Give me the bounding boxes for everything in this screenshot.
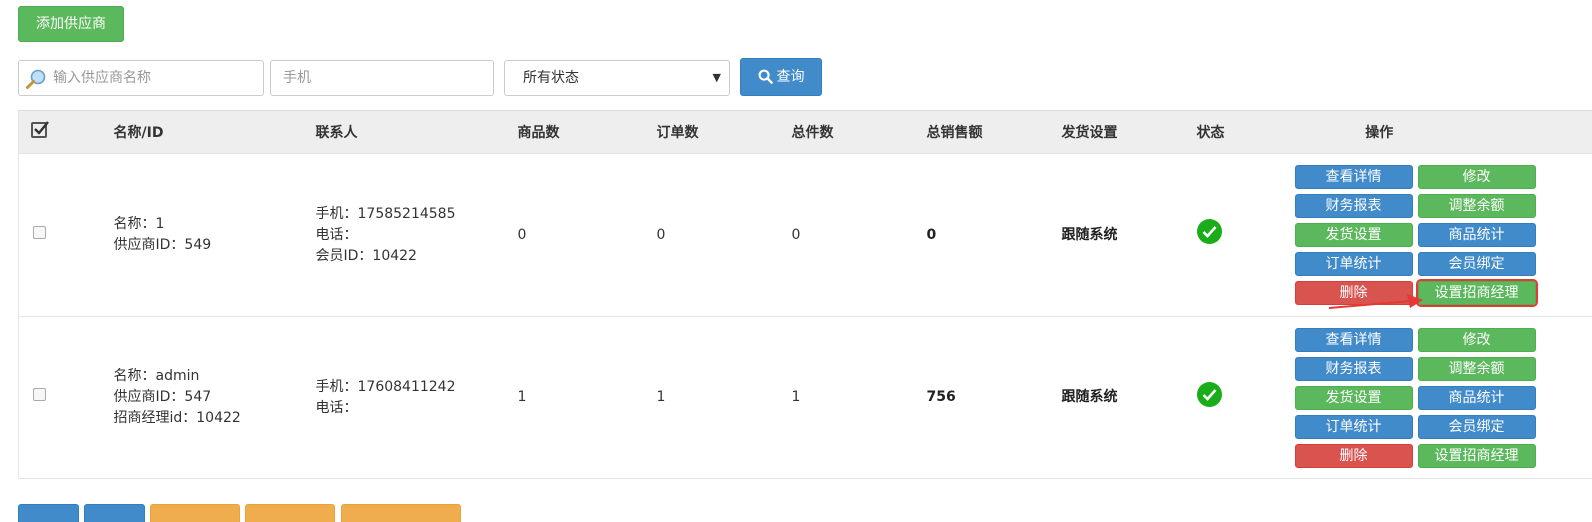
check-circle-icon	[1196, 219, 1222, 244]
goods-stats-button[interactable]: 商品统计	[1417, 223, 1536, 247]
set-manager-button[interactable]: 设置招商经理	[1417, 443, 1536, 468]
row-select-cell	[18, 153, 114, 317]
contact-tel: 电话：	[315, 399, 358, 416]
ship-settings-button[interactable]: 发货设置	[1294, 223, 1413, 247]
header-items: 总件数	[791, 110, 927, 154]
header-goods: 商品数	[517, 110, 657, 154]
edit-button[interactable]: 修改	[1417, 165, 1536, 189]
contact-cell: 手机：17608411242 电话：	[315, 316, 518, 479]
supplier-name-input[interactable]: 输入供应商名称	[18, 60, 264, 96]
search-icon	[758, 69, 773, 84]
order-stats-button[interactable]: 订单统计	[1294, 252, 1413, 276]
finance-report-button[interactable]: 财务报表	[1294, 356, 1413, 381]
pager-button[interactable]	[341, 504, 461, 522]
member-bind-button[interactable]: 会员绑定	[1417, 252, 1536, 276]
goods-count: 0	[517, 153, 657, 317]
supplier-name: 名称：1	[113, 216, 165, 232]
contact-cell: 手机：17585214585 电话： 会员ID：10422	[315, 153, 518, 317]
status-select[interactable]: 所有状态 ▼	[504, 60, 730, 96]
header-contact: 联系人	[315, 110, 518, 154]
supplier-id: 供应商ID：547	[113, 389, 212, 405]
goods-count: 1	[517, 316, 657, 479]
header-status: 状态	[1196, 110, 1287, 154]
supplier-name-placeholder: 输入供应商名称	[53, 70, 151, 86]
header-actions: 操作	[1286, 110, 1592, 154]
member-bind-button[interactable]: 会员绑定	[1417, 414, 1536, 439]
total-sales: 0	[926, 153, 1062, 317]
status-cell	[1196, 153, 1287, 317]
header-orders: 订单数	[656, 110, 792, 154]
status-select-value: 所有状态	[523, 70, 579, 86]
delete-button[interactable]: 删除	[1294, 443, 1413, 468]
contact-member-id: 会员ID：10422	[315, 247, 417, 264]
pager-button[interactable]	[84, 504, 145, 522]
contact-tel: 电话：	[315, 226, 358, 243]
phone-placeholder: 手机	[283, 70, 311, 86]
header-sales: 总销售额	[926, 110, 1062, 154]
total-sales: 756	[926, 316, 1062, 479]
supplier-id: 供应商ID：549	[113, 237, 212, 253]
goods-stats-button[interactable]: 商品统计	[1417, 385, 1536, 410]
ship-setting: 跟随系统	[1061, 153, 1197, 317]
edit-button[interactable]: 修改	[1417, 327, 1536, 352]
select-all-checkbox[interactable]	[31, 121, 49, 138]
phone-input[interactable]: 手机	[270, 60, 494, 96]
magnifier-icon	[26, 69, 46, 89]
status-cell	[1196, 316, 1287, 479]
item-count: 0	[791, 153, 927, 317]
contact-phone: 手机：17608411242	[315, 378, 456, 395]
name-id-cell: 名称：admin 供应商ID：547 招商经理id：10422	[113, 316, 316, 479]
select-all-cell	[18, 110, 114, 154]
manager-id: 招商经理id：10422	[113, 410, 241, 426]
actions-group: 查看详情 修改 财务报表 调整余额 发货设置 商品统计 订单统计 会员绑定 删除…	[1287, 327, 1592, 468]
header-name-id: 名称/ID	[113, 110, 316, 154]
row-select-cell	[18, 316, 114, 479]
name-id-cell: 名称：1 供应商ID：549	[113, 153, 316, 317]
header-ship: 发货设置	[1061, 110, 1197, 154]
pager-button[interactable]	[18, 504, 79, 522]
pager-button[interactable]	[245, 504, 335, 522]
view-details-button[interactable]: 查看详情	[1294, 165, 1413, 189]
set-manager-button[interactable]: 设置招商经理	[1415, 279, 1538, 307]
actions-cell: 查看详情 修改 财务报表 调整余额 发货设置 商品统计 订单统计 会员绑定 删除…	[1286, 316, 1592, 479]
item-count: 1	[791, 316, 927, 479]
finance-report-button[interactable]: 财务报表	[1294, 194, 1413, 218]
annotation-arrow-icon	[1328, 294, 1423, 309]
order-count: 1	[656, 316, 792, 479]
check-icon	[34, 121, 49, 135]
adjust-balance-button[interactable]: 调整余额	[1417, 356, 1536, 381]
table-header-row: 名称/ID 联系人 商品数 订单数 总件数 总销售额 发货设置 状态 操作	[18, 110, 1592, 154]
row-checkbox[interactable]	[33, 225, 46, 239]
view-details-button[interactable]: 查看详情	[1294, 327, 1413, 352]
check-circle-icon	[1196, 381, 1222, 407]
table-row: 名称：admin 供应商ID：547 招商经理id：10422 手机：17608…	[18, 316, 1592, 479]
add-supplier-button[interactable]: 添加供应商	[18, 6, 124, 42]
ship-setting: 跟随系统	[1061, 316, 1197, 479]
query-button[interactable]: 查询	[740, 58, 822, 96]
pager-button[interactable]	[150, 504, 240, 522]
order-stats-button[interactable]: 订单统计	[1294, 414, 1413, 439]
supplier-name: 名称：admin	[113, 368, 200, 384]
chevron-down-icon: ▼	[712, 71, 721, 84]
actions-group: 查看详情 修改 财务报表 调整余额 发货设置 商品统计 订单统计 会员绑定 删除…	[1287, 165, 1592, 307]
order-count: 0	[656, 153, 792, 317]
contact-phone: 手机：17585214585	[315, 205, 456, 222]
query-button-label: 查询	[776, 69, 805, 85]
row-checkbox[interactable]	[33, 388, 46, 401]
adjust-balance-button[interactable]: 调整余额	[1417, 194, 1536, 218]
ship-settings-button[interactable]: 发货设置	[1294, 385, 1413, 410]
